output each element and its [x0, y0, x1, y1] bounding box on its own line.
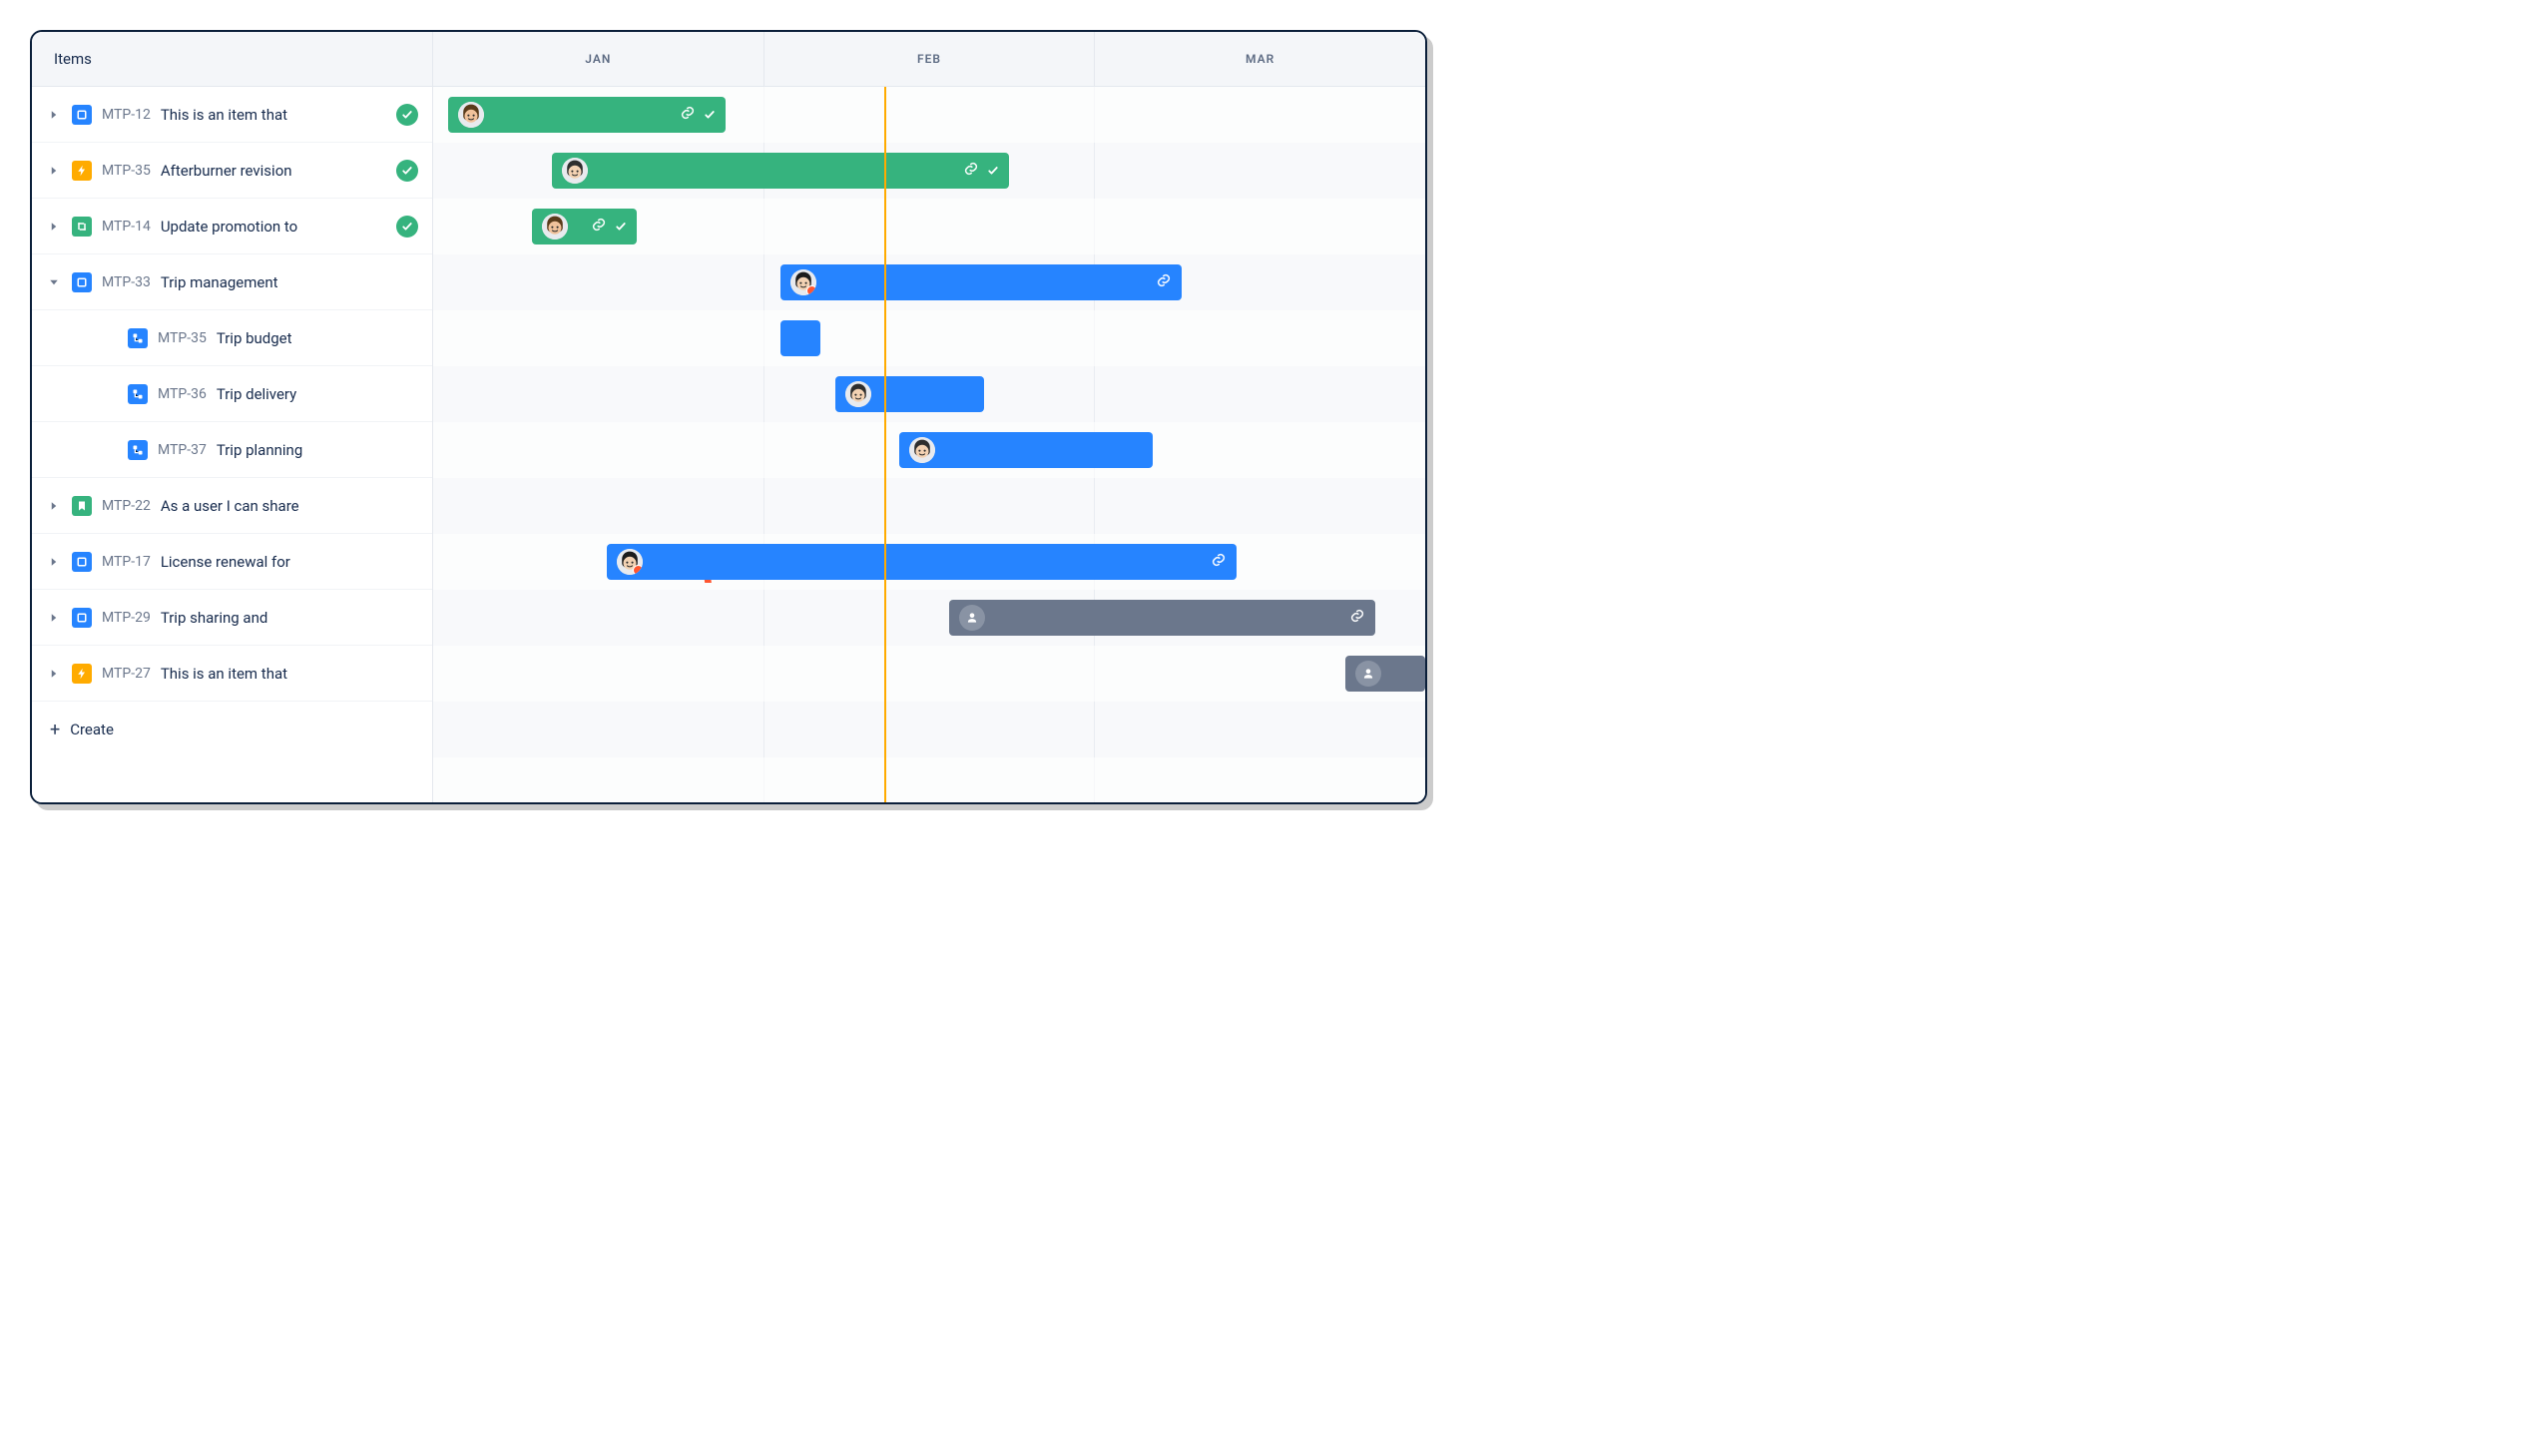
- link-icon: [1211, 552, 1227, 572]
- issue-key: MTP-35: [102, 163, 151, 179]
- issue-type-icon: [72, 105, 92, 125]
- assignee-avatar: [542, 214, 568, 240]
- gantt-bar-row-2[interactable]: [532, 209, 636, 244]
- issue-title: License renewal for: [161, 553, 432, 571]
- unassigned-avatar-icon: [1355, 661, 1381, 687]
- issue-type-icon: [72, 608, 92, 628]
- gantt-bar-row-0[interactable]: [448, 97, 726, 133]
- assignee-avatar: [562, 158, 588, 184]
- item-row-mtp-37[interactable]: MTP-37 Trip planning: [32, 422, 432, 478]
- expander-icon[interactable]: [46, 554, 62, 570]
- plus-icon: +: [50, 720, 60, 740]
- issue-title: As a user I can share: [161, 497, 432, 515]
- issue-type-icon: [128, 440, 148, 460]
- timeline-body: MTP-12 This is an item that MTP-35 Afterbur…: [32, 87, 1425, 802]
- item-row-mtp-27[interactable]: MTP-27 This is an item that: [32, 646, 432, 702]
- month-mar: MAR: [1095, 32, 1425, 86]
- issue-type-icon: [72, 552, 92, 572]
- issue-type-icon: [72, 217, 92, 237]
- assignee-avatar: [617, 549, 643, 575]
- expander-icon[interactable]: [46, 498, 62, 514]
- issue-key: MTP-36: [158, 386, 207, 402]
- issue-title: Trip sharing and: [161, 609, 432, 627]
- gantt-bar-row-1[interactable]: [552, 153, 1008, 189]
- issue-type-icon: [128, 328, 148, 348]
- issue-key: MTP-12: [102, 107, 151, 123]
- timeline-board: Items JAN FEB MAR MTP-12 This is an item …: [30, 30, 1427, 804]
- issue-key: MTP-17: [102, 554, 151, 570]
- gantt-bar-row-9[interactable]: [949, 600, 1375, 636]
- gantt-bar-row-6[interactable]: [899, 432, 1152, 468]
- issue-title: Trip delivery: [217, 385, 432, 403]
- item-row-mtp-14[interactable]: MTP-14 Update promotion to: [32, 199, 432, 254]
- status-done-icon: [396, 160, 418, 182]
- issue-key: MTP-37: [158, 442, 207, 458]
- gantt-bar-row-3[interactable]: [780, 264, 1183, 300]
- issue-type-icon: [72, 161, 92, 181]
- create-label: Create: [70, 721, 114, 738]
- items-column-header: Items: [32, 32, 433, 86]
- expander-icon[interactable]: [46, 163, 62, 179]
- item-row-mtp-33[interactable]: MTP-33 Trip management: [32, 254, 432, 310]
- expander-icon[interactable]: [46, 219, 62, 235]
- items-list: MTP-12 This is an item that MTP-35 Afterbur…: [32, 87, 433, 802]
- issue-title: This is an item that: [161, 665, 432, 683]
- item-row-mtp-22[interactable]: MTP-22 As a user I can share: [32, 478, 432, 534]
- timeline-area[interactable]: [433, 87, 1425, 802]
- gantt-bar-row-4[interactable]: [780, 320, 820, 356]
- expander-icon[interactable]: [46, 666, 62, 682]
- assignee-avatar: [790, 269, 816, 295]
- link-icon: [963, 161, 979, 181]
- status-done-icon: [396, 216, 418, 238]
- status-done-icon: [396, 104, 418, 126]
- create-item-button[interactable]: + Create: [32, 702, 432, 757]
- issue-key: MTP-29: [102, 610, 151, 626]
- item-row-mtp-17[interactable]: MTP-17 License renewal for: [32, 534, 432, 590]
- issue-key: MTP-14: [102, 219, 151, 235]
- link-icon: [1156, 272, 1172, 292]
- check-icon: [987, 162, 999, 181]
- gantt-bar-row-10[interactable]: [1345, 656, 1425, 692]
- assignee-avatar: [845, 381, 871, 407]
- item-row-mtp-35[interactable]: MTP-35 Trip budget: [32, 310, 432, 366]
- issue-key: MTP-35: [158, 330, 207, 346]
- issue-title: Trip budget: [217, 329, 432, 347]
- issue-type-icon: [72, 272, 92, 292]
- issue-title: Afterburner revision: [161, 162, 386, 180]
- items-label: Items: [54, 50, 92, 68]
- expander-icon[interactable]: [46, 610, 62, 626]
- issue-type-icon: [128, 384, 148, 404]
- header-row: Items JAN FEB MAR: [32, 32, 1425, 87]
- issue-title: Trip planning: [217, 441, 432, 459]
- assignee-avatar: [909, 437, 935, 463]
- months-header: JAN FEB MAR: [433, 32, 1425, 86]
- assignee-avatar: [458, 102, 484, 128]
- link-icon: [1349, 608, 1365, 628]
- expander-icon[interactable]: [46, 107, 62, 123]
- issue-title: Trip management: [161, 273, 432, 291]
- link-icon: [680, 105, 696, 125]
- issue-title: Update promotion to: [161, 218, 386, 236]
- item-row-mtp-29[interactable]: MTP-29 Trip sharing and: [32, 590, 432, 646]
- gantt-bar-row-5[interactable]: [835, 376, 984, 412]
- month-feb: FEB: [764, 32, 1096, 86]
- item-row-mtp-12[interactable]: MTP-12 This is an item that: [32, 87, 432, 143]
- issue-key: MTP-22: [102, 498, 151, 514]
- today-marker: [884, 87, 886, 802]
- issue-type-icon: [72, 496, 92, 516]
- bars-layer: [433, 87, 1425, 802]
- issue-key: MTP-33: [102, 274, 151, 290]
- check-icon: [615, 218, 627, 237]
- gantt-bar-row-8[interactable]: [607, 544, 1237, 580]
- unassigned-avatar-icon: [959, 605, 985, 631]
- check-icon: [704, 106, 716, 125]
- item-row-mtp-35[interactable]: MTP-35 Afterburner revision: [32, 143, 432, 199]
- issue-key: MTP-27: [102, 666, 151, 682]
- link-icon: [591, 217, 607, 237]
- item-row-mtp-36[interactable]: MTP-36 Trip delivery: [32, 366, 432, 422]
- expander-icon[interactable]: [46, 274, 62, 290]
- month-jan: JAN: [433, 32, 764, 86]
- issue-type-icon: [72, 664, 92, 684]
- issue-title: This is an item that: [161, 106, 386, 124]
